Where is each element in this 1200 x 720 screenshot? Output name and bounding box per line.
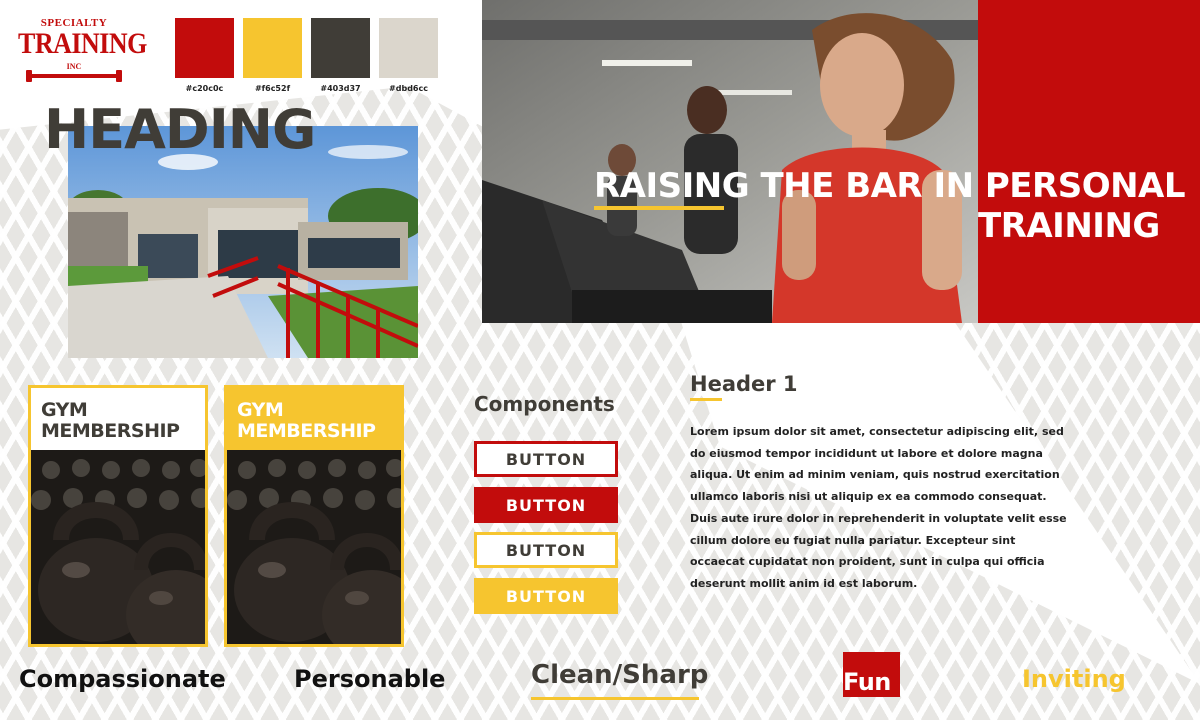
- header-1-accent: [690, 398, 722, 401]
- logo-inc-text: INC: [66, 62, 82, 71]
- hero-red-panel: [978, 0, 1200, 323]
- swatch-yellow: [243, 18, 302, 78]
- keyword-fun: Fun: [843, 668, 891, 696]
- button-solid-yellow[interactable]: BUTTON: [474, 578, 618, 614]
- keyword-clean-sharp: Clean/Sharp: [531, 660, 709, 690]
- brand-logo: SPECIALTY TRAINING INC: [18, 18, 147, 82]
- button-outline-red[interactable]: BUTTON: [474, 441, 618, 477]
- membership-card-white[interactable]: GYM MEMBERSHIP: [28, 385, 208, 647]
- swatch-label-stone: #dbd6cc: [389, 84, 428, 93]
- logo-main-text: TRAINING: [18, 26, 147, 61]
- keyword-inviting: Inviting: [1022, 665, 1126, 693]
- card-title: GYM MEMBERSHIP: [227, 388, 401, 450]
- swatch-label-red: #c20c0c: [185, 84, 224, 93]
- barbell-icon: [26, 70, 122, 82]
- body-paragraph: Lorem ipsum dolor sit amet, consectetur …: [690, 425, 1067, 590]
- header-1: Header 1: [690, 372, 798, 396]
- components-title: Components: [474, 392, 615, 416]
- swatch-label-charcoal: #403d37: [320, 84, 361, 93]
- treadmill-runners-photo: [482, 0, 978, 323]
- kettlebells-photo: [31, 450, 205, 644]
- button-outline-yellow[interactable]: BUTTON: [474, 532, 618, 568]
- swatch-label-yellow: #f6c52f: [254, 84, 291, 93]
- swatch-red: [175, 18, 234, 78]
- swatch-stone: [379, 18, 438, 78]
- keyword-clean-underline: [531, 697, 699, 700]
- membership-card-yellow[interactable]: GYM MEMBERSHIP: [224, 385, 404, 647]
- button-solid-red[interactable]: BUTTON: [474, 487, 618, 523]
- kettlebells-photo: [227, 450, 401, 644]
- hero-accent-line: [594, 206, 724, 210]
- card-title: GYM MEMBERSHIP: [31, 388, 205, 450]
- hero-title-line2: TRAINING: [978, 206, 1160, 246]
- hero-title-line1: RAISING THE BAR IN PERSONAL: [594, 166, 1186, 206]
- swatch-charcoal: [311, 18, 370, 78]
- page-heading: HEADING: [44, 98, 316, 161]
- keyword-compassionate: Compassionate: [19, 665, 226, 693]
- keyword-personable: Personable: [294, 665, 446, 693]
